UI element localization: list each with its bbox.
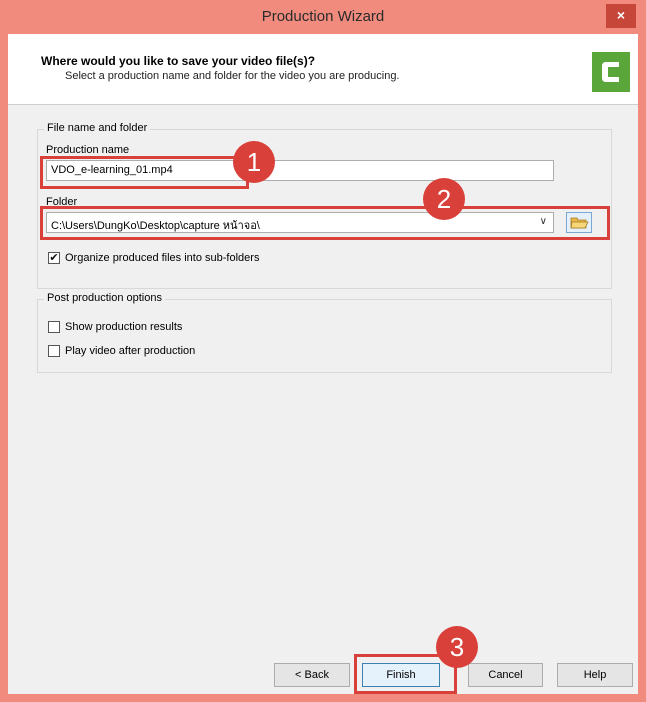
header-title: Where would you like to save your video …	[41, 54, 316, 68]
header-subtitle: Select a production name and folder for …	[65, 70, 400, 82]
play-video-checkbox[interactable]	[48, 345, 60, 357]
step-badge-2: 2	[423, 178, 465, 220]
post-group-legend: Post production options	[44, 292, 165, 304]
window-title: Production Wizard	[261, 8, 385, 25]
title-bar[interactable]: Production Wizard ×	[0, 0, 646, 34]
step-badge-1: 1	[233, 141, 275, 183]
organize-subfolders-label: Organize produced files into sub-folders	[65, 252, 260, 264]
file-group-legend: File name and folder	[44, 122, 151, 134]
step-badge-3: 3	[436, 626, 478, 668]
cancel-button[interactable]: Cancel	[468, 663, 543, 687]
help-button[interactable]: Help	[557, 663, 633, 687]
organize-subfolders-checkbox[interactable]: ✔	[48, 252, 60, 264]
show-results-label: Show production results	[65, 321, 183, 333]
show-results-checkbox[interactable]	[48, 321, 60, 333]
wizard-body: Where would you like to save your video …	[8, 34, 638, 694]
post-production-group: Post production options	[37, 292, 612, 373]
production-wizard-window: Production Wizard × Where would you like…	[0, 0, 646, 702]
back-button[interactable]: < Back	[274, 663, 350, 687]
play-video-label: Play video after production	[65, 345, 196, 357]
camtasia-logo-icon	[592, 52, 630, 92]
highlight-folder	[40, 206, 610, 240]
highlight-production-name	[40, 156, 249, 189]
wizard-header: Where would you like to save your video …	[8, 34, 638, 105]
production-name-label: Production name	[46, 144, 130, 156]
close-button[interactable]: ×	[606, 4, 636, 28]
